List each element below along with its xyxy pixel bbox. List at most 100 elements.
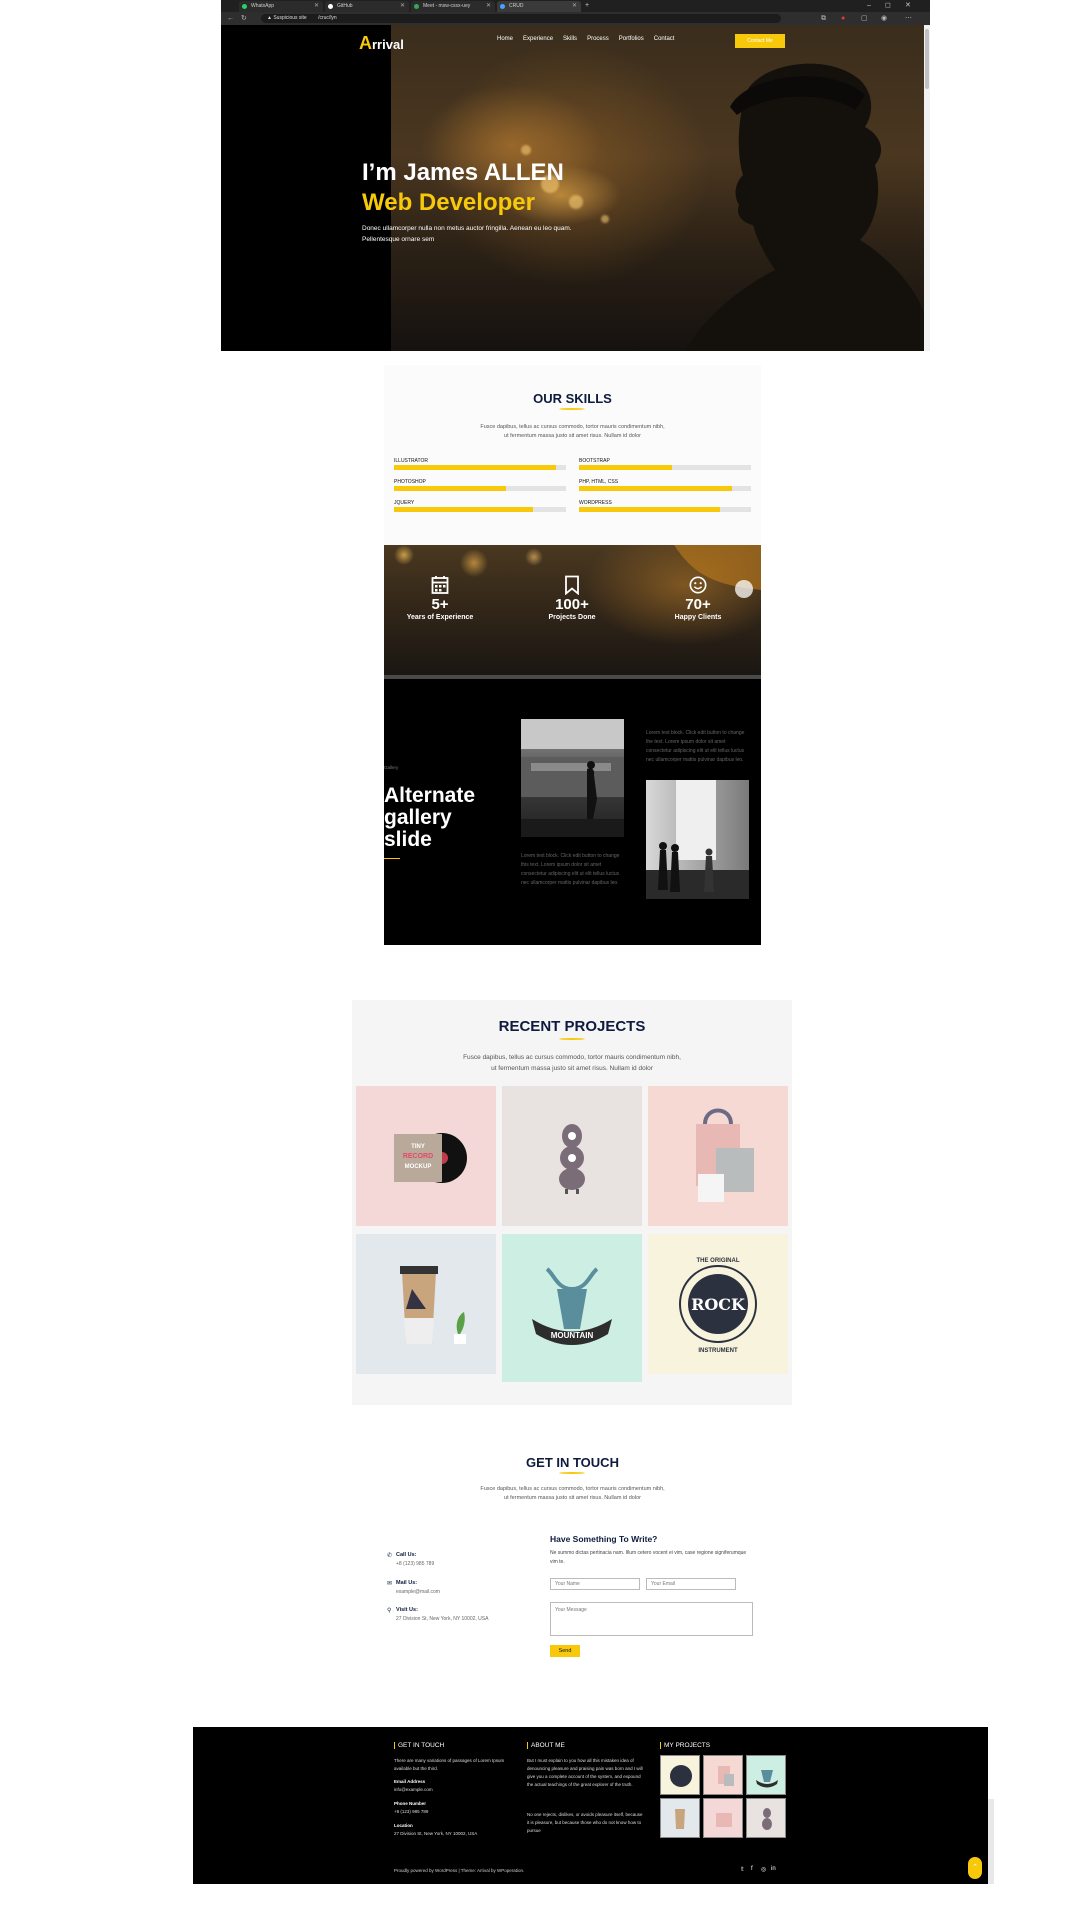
skill-bar: PHOTOSHOP <box>394 479 566 491</box>
form-title: Have Something To Write? <box>550 1534 658 1544</box>
footer-project-thumb[interactable] <box>703 1755 743 1795</box>
counter-projects: 100+ Projects Done <box>512 575 632 623</box>
skill-track <box>394 507 566 512</box>
contact-section: GET IN TOUCH Fusce dapibus, tellus ac cu… <box>384 1455 761 1665</box>
gallery-tag: Gallery <box>384 765 399 770</box>
title-underline <box>559 1038 585 1040</box>
shopping-bag-mockup <box>696 1108 754 1202</box>
page-scrollbar[interactable] <box>924 25 930 351</box>
footer-project-thumb[interactable] <box>746 1755 786 1795</box>
calendar-icon <box>431 576 449 594</box>
tab-label: GitHub <box>337 3 353 9</box>
security-label: Suspicious site <box>273 15 307 21</box>
skill-label: ILLUSTRATOR <box>394 458 428 464</box>
rock-label: ROCK <box>691 1295 746 1314</box>
site-logo[interactable]: Arrival <box>359 33 404 54</box>
counters-section: 5+ Years of Experience 100+ Projects Don… <box>384 545 761 675</box>
hero-section: Arrival Home Experience Skills Process P… <box>221 25 925 351</box>
instagram-icon[interactable]: ◎ <box>761 1866 766 1873</box>
footer-project-thumb[interactable] <box>746 1798 786 1838</box>
browser-tab-github[interactable]: GitHub ✕ <box>325 1 409 12</box>
whatsapp-icon <box>242 4 247 9</box>
bokeh-light <box>601 215 609 223</box>
back-to-top-button[interactable]: ⌃ <box>968 1857 982 1879</box>
browser-tab-meet[interactable]: Meet - msw-cssx-uey ✕ <box>411 1 495 12</box>
message-field[interactable]: Your Message <box>550 1602 753 1636</box>
sidebar-icon[interactable]: ▢ <box>861 14 868 23</box>
nav-contact[interactable]: Contact <box>654 36 675 42</box>
contact-me-button[interactable]: Contact Me <box>735 34 785 48</box>
contact-title: GET IN TOUCH <box>526 1455 619 1470</box>
project-tile-mountain[interactable]: MOUNTAIN <box>502 1234 642 1382</box>
minimize-button[interactable]: – <box>867 0 871 11</box>
nav-experience[interactable]: Experience <box>523 36 553 42</box>
footer-location-value: 27 Division St, New York, NY 10002, USA <box>394 1831 478 1836</box>
nav-process[interactable]: Process <box>587 36 609 42</box>
nav-portfolios[interactable]: Portfolios <box>619 36 644 42</box>
extension-record-icon[interactable]: ● <box>841 14 845 23</box>
contact-info-title: Call Us: <box>396 1552 417 1558</box>
send-button[interactable]: Send <box>550 1645 580 1657</box>
skill-track <box>579 507 751 512</box>
mountain-thumb-drawing <box>756 1770 778 1788</box>
profile-icon[interactable]: ◉ <box>881 14 887 23</box>
project-tile-cup[interactable] <box>356 1234 496 1374</box>
browser-tab-whatsapp[interactable]: WhatsApp ✕ <box>239 1 323 12</box>
extensions-icon[interactable]: ⧉ <box>821 14 826 23</box>
address-bar[interactable]: ▲ Suspicious site /cruc/lyn <box>261 14 781 23</box>
nav-home[interactable]: Home <box>497 36 513 42</box>
new-tab-button[interactable]: + <box>585 0 589 11</box>
rock-badge-mockup: ROCK THE ORIGINAL INSTRUMENT <box>679 1258 757 1354</box>
hero-background-photo <box>391 25 925 351</box>
footer-project-thumb[interactable] <box>703 1798 743 1838</box>
rock-thumb-drawing <box>670 1765 692 1787</box>
footer-copyright: Proudly powered by WordPress | Theme: Ar… <box>394 1868 525 1873</box>
location-icon: ⚲ <box>387 1608 392 1614</box>
footer-email-value[interactable]: info@example.com <box>394 1786 433 1794</box>
footer-project-thumb[interactable] <box>660 1798 700 1838</box>
footer-project-thumb[interactable] <box>660 1755 700 1795</box>
close-icon[interactable]: ✕ <box>486 1 491 12</box>
footer-phone-label: Phone Number <box>394 1801 427 1806</box>
project-tile-bag[interactable] <box>648 1086 788 1226</box>
maximize-button[interactable]: ◻ <box>885 0 891 11</box>
close-icon[interactable]: ✕ <box>572 1 577 12</box>
form-text: Ne summo dictas pertinacia nam. Illum ce… <box>550 1550 747 1565</box>
people-walking-photo <box>646 780 749 899</box>
contact-info-title: Visit Us: <box>396 1607 418 1613</box>
close-window-button[interactable]: ✕ <box>905 0 911 11</box>
footer-scrollbar[interactable] <box>988 1799 994 1884</box>
contact-subtitle-1: Fusce dapibus, tellus ac cursus commodo,… <box>480 1486 665 1492</box>
twitter-icon[interactable]: 𝕥 <box>741 1866 744 1873</box>
counter-clients: 70+ Happy Clients <box>638 575 758 623</box>
back-icon[interactable]: ← <box>227 14 234 23</box>
project-tile-record[interactable]: TINY RECORD MOCKUP <box>356 1086 496 1226</box>
vinyl-record-mockup: TINY RECORD MOCKUP <box>394 1133 467 1183</box>
speaker-mockup <box>559 1124 585 1194</box>
recent-projects-section: RECENT PROJECTS Fusce dapibus, tellus ac… <box>352 1000 792 1405</box>
contact-subtitle-2: ut fermentum massa justo sit amet risus.… <box>504 1495 641 1501</box>
close-icon[interactable]: ✕ <box>400 1 405 12</box>
reload-icon[interactable]: ↻ <box>241 14 247 23</box>
name-field[interactable]: Your Name <box>550 1578 640 1590</box>
linkedin-icon[interactable]: in <box>771 1866 776 1872</box>
browser-tab-crud[interactable]: CRUD ✕ <box>497 1 581 12</box>
skill-label: WORDPRESS <box>579 500 612 506</box>
logo-text: rrival <box>372 37 404 52</box>
scrollbar-thumb[interactable] <box>925 29 929 89</box>
people-walking-drawing <box>646 780 749 899</box>
project-tile-rock[interactable]: ROCK THE ORIGINAL INSTRUMENT <box>648 1234 788 1374</box>
footer-about-title: ABOUT ME <box>527 1742 565 1749</box>
menu-icon[interactable]: ⋯ <box>905 14 912 23</box>
skill-label: BOOTSTRAP <box>579 458 610 464</box>
skill-label: JQUERY <box>394 500 415 506</box>
title-underline <box>559 1472 585 1474</box>
close-icon[interactable]: ✕ <box>314 1 319 12</box>
email-field[interactable]: Your Email <box>646 1578 736 1590</box>
meet-icon <box>414 4 419 9</box>
contact-call: ✆ Call Us: +8 (123) 985 789 <box>387 1552 434 1567</box>
nav-skills[interactable]: Skills <box>563 36 577 42</box>
facebook-icon[interactable]: f <box>751 1866 753 1872</box>
skill-label: PHOTOSHOP <box>394 479 426 485</box>
project-tile-speaker[interactable] <box>502 1086 642 1226</box>
